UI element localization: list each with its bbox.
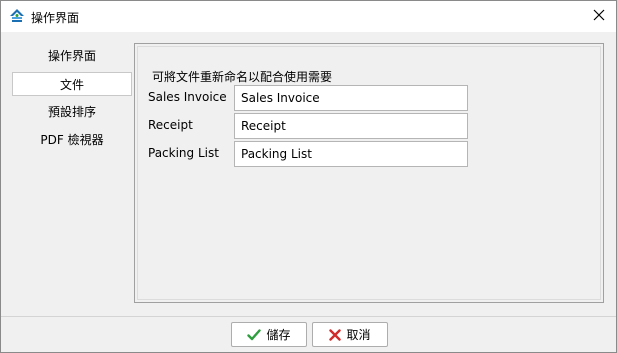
settings-dialog: 操作界面 操作界面 文件 預設排序 PDF 檢視器 可將文件重新命名以配合使用需… <box>0 0 617 353</box>
sales-invoice-label: Sales Invoice <box>148 90 227 104</box>
checkmark-icon <box>247 328 262 341</box>
nav-item-default-sort[interactable]: 預設排序 <box>12 100 132 124</box>
footer-divider <box>1 316 616 317</box>
panel-frame: 可將文件重新命名以配合使用需要 Sales Invoice Receipt Pa… <box>137 46 601 300</box>
x-icon <box>329 328 342 341</box>
field-row-receipt: Receipt <box>148 113 478 139</box>
window-title: 操作界面 <box>31 11 80 25</box>
close-button[interactable] <box>582 1 616 32</box>
field-row-sales-invoice: Sales Invoice <box>148 85 478 111</box>
nav-item-pdf-viewer[interactable]: PDF 檢視器 <box>12 128 132 152</box>
settings-nav: 操作界面 文件 預設排序 PDF 檢視器 <box>12 44 134 164</box>
nav-item-documents[interactable]: 文件 <box>12 72 132 96</box>
title-bar: 操作界面 <box>1 1 616 32</box>
cancel-button-label: 取消 <box>346 328 371 342</box>
panel-heading: 可將文件重新命名以配合使用需要 <box>152 70 333 84</box>
cancel-button[interactable]: 取消 <box>312 322 388 347</box>
packing-list-input[interactable] <box>234 141 468 167</box>
app-logo-icon <box>9 8 25 24</box>
receipt-label: Receipt <box>148 118 193 132</box>
nav-item-interface[interactable]: 操作界面 <box>12 44 132 68</box>
field-row-packing-list: Packing List <box>148 141 478 167</box>
close-icon <box>593 9 605 24</box>
sales-invoice-input[interactable] <box>234 85 468 111</box>
save-button-label: 儲存 <box>266 328 291 342</box>
documents-panel: 可將文件重新命名以配合使用需要 Sales Invoice Receipt Pa… <box>134 43 604 303</box>
save-button[interactable]: 儲存 <box>231 322 307 347</box>
packing-list-label: Packing List <box>148 146 219 160</box>
receipt-input[interactable] <box>234 113 468 139</box>
